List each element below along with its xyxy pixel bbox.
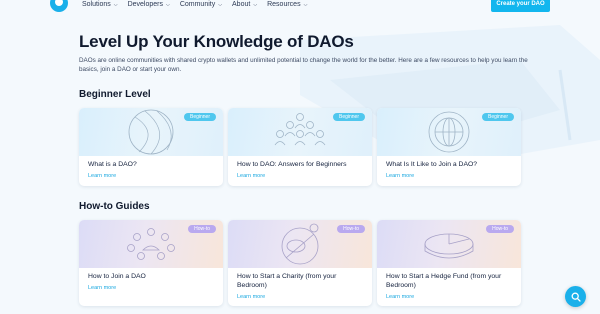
top-nav: Solutions ⌵ Developers ⌵ Community ⌵ About ⌵… bbox=[0, 0, 600, 14]
card-thumbnail: How-to bbox=[79, 220, 223, 268]
learn-more-link[interactable]: Learn more bbox=[88, 285, 116, 291]
search-fab-button[interactable] bbox=[565, 286, 586, 307]
card-title: How to Start a Hedge Fund (from your Bed… bbox=[386, 273, 502, 289]
learn-more-link[interactable]: Learn more bbox=[237, 173, 265, 179]
nav-item-resources[interactable]: Resources ⌵ bbox=[267, 1, 307, 8]
chevron-down-icon: ⌵ bbox=[303, 1, 308, 8]
level-badge: How-to bbox=[337, 225, 365, 233]
chevron-down-icon: ⌵ bbox=[166, 1, 170, 8]
chevron-down-icon: ⌵ bbox=[113, 1, 118, 8]
section-title-howto: How-to Guides bbox=[79, 201, 150, 212]
card-how-to-join[interactable]: How-to How to Join a DAO Learn more bbox=[79, 220, 223, 306]
brand-logo[interactable] bbox=[50, 0, 68, 12]
card-thumbnail: How-to bbox=[228, 220, 372, 268]
card-what-is-a-dao[interactable]: Beginner What is a DAO? Learn more bbox=[79, 108, 223, 186]
card-thumbnail: Beginner bbox=[228, 108, 372, 156]
nav-item-developers[interactable]: Developers ⌵ bbox=[128, 1, 170, 8]
level-badge: How-to bbox=[486, 225, 514, 233]
card-thumbnail: Beginner bbox=[377, 108, 521, 156]
level-badge: Beginner bbox=[183, 113, 216, 121]
learn-more-link[interactable]: Learn more bbox=[88, 173, 116, 179]
chevron-down-icon: ⌵ bbox=[253, 1, 258, 8]
card-start-a-hedge-fund[interactable]: How-to How to Start a Hedge Fund (from y… bbox=[377, 220, 521, 306]
card-title: How to Start a Charity (from your Bedroo… bbox=[237, 273, 337, 289]
nav-item-community[interactable]: Community ⌵ bbox=[180, 1, 222, 8]
card-how-to-dao[interactable]: Beginner How to DAO: Answers for Beginne… bbox=[228, 108, 372, 186]
learn-more-link[interactable]: Learn more bbox=[237, 294, 265, 300]
level-badge: Beginner bbox=[481, 113, 514, 121]
level-badge: Beginner bbox=[332, 113, 365, 121]
page-title: Level Up Your Knowledge of DAOs bbox=[79, 32, 354, 51]
chevron-down-icon: ⌵ bbox=[218, 1, 223, 8]
card-thumbnail: Beginner bbox=[79, 108, 223, 156]
nav-menu: Solutions ⌵ Developers ⌵ Community ⌵ About ⌵… bbox=[82, 1, 317, 8]
section-title-beginner: Beginner Level bbox=[79, 89, 151, 100]
card-title: How to DAO: Answers for Beginners bbox=[237, 161, 347, 168]
card-start-a-charity[interactable]: How-to How to Start a Charity (from your… bbox=[228, 220, 372, 306]
card-title: What is a DAO? bbox=[88, 161, 137, 168]
card-title: What Is It Like to Join a DAO? bbox=[386, 161, 478, 168]
level-badge: How-to bbox=[188, 225, 216, 233]
nav-item-about[interactable]: About ⌵ bbox=[232, 1, 257, 8]
card-thumbnail: How-to bbox=[377, 220, 521, 268]
learn-more-link[interactable]: Learn more bbox=[386, 173, 414, 179]
learn-more-link[interactable]: Learn more bbox=[386, 294, 414, 300]
create-dao-button[interactable]: Create your DAO bbox=[491, 0, 550, 12]
card-join-a-dao[interactable]: Beginner What Is It Like to Join a DAO? … bbox=[377, 108, 521, 186]
search-icon bbox=[571, 292, 581, 302]
intro-text: DAOs are online communities with shared … bbox=[79, 57, 528, 73]
card-title: How to Join a DAO bbox=[88, 273, 146, 280]
nav-item-solutions[interactable]: Solutions ⌵ bbox=[82, 1, 118, 8]
